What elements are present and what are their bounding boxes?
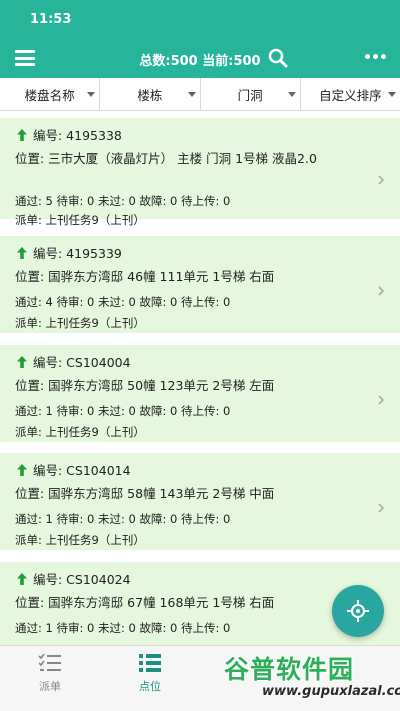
chevron-right-icon xyxy=(378,175,385,185)
card-location: 位置: 三市大厦（液晶灯片） 主楼 门洞 1号梯 液晶2.0 xyxy=(15,151,317,166)
card-location: 位置: 国骅东方湾邸 67幢 168单元 1号梯 右面 xyxy=(15,595,275,610)
chevron-down-icon xyxy=(87,92,96,97)
watermark-logo: 谷普软件园 xyxy=(224,655,355,684)
list-item[interactable]: 编号: 4195339 位置: 国骅东方湾邸 46幢 111单元 1号梯 右面 … xyxy=(0,236,400,333)
card-dispatch: 派单: 上刊任务9（上刊） xyxy=(15,316,145,330)
tab-label: 点位 xyxy=(139,680,161,693)
list-icon xyxy=(139,654,161,672)
filter-building[interactable]: 楼栋 xyxy=(100,78,201,110)
filter-label: 楼栋 xyxy=(137,87,163,103)
locate-crosshair-icon xyxy=(347,600,369,622)
status-bar: 11:53 xyxy=(0,0,400,38)
arrow-up-icon xyxy=(17,463,27,476)
chevron-right-icon xyxy=(378,503,385,513)
arrow-up-icon xyxy=(17,572,27,585)
card-stats: 通过: 5 待审: 0 未过: 0 故障: 0 待上传: 0 xyxy=(15,194,231,208)
tab-points[interactable]: 点位 xyxy=(100,646,200,711)
chevron-down-icon xyxy=(287,92,296,97)
card-dispatch: 派单: 上刊任务9（上刊） xyxy=(15,425,145,439)
list-item[interactable]: 编号: 4195338 位置: 三市大厦（液晶灯片） 主楼 门洞 1号梯 液晶2… xyxy=(0,118,400,227)
filter-label: 门洞 xyxy=(237,87,263,103)
filter-label: 楼盘名称 xyxy=(24,87,75,103)
status-time: 11:53 xyxy=(30,11,72,27)
card-location: 位置: 国骅东方湾邸 46幢 111单元 1号梯 右面 xyxy=(15,269,275,284)
card-location: 位置: 国骅东方湾邸 58幢 143单元 2号梯 中面 xyxy=(15,486,275,501)
filter-label: 自定义排序 xyxy=(319,87,382,103)
filter-bar: 楼盘名称 楼栋 门洞 自定义排序 xyxy=(0,78,400,111)
card-dispatch: 派单: 上刊任务9（上刊） xyxy=(15,213,145,227)
list-item[interactable]: 编号: CS104004 位置: 国骅东方湾邸 50幢 123单元 2号梯 左面… xyxy=(0,345,400,442)
arrow-up-icon xyxy=(17,246,27,259)
checklist-icon xyxy=(38,653,61,671)
list-item[interactable]: 编号: CS104014 位置: 国骅东方湾邸 58幢 143单元 2号梯 中面… xyxy=(0,453,400,550)
card-id-row: 编号: 4195339 xyxy=(15,243,122,262)
card-id-row: 编号: CS104004 xyxy=(15,352,131,371)
filter-building-name[interactable]: 楼盘名称 xyxy=(0,78,101,110)
filter-entrance[interactable]: 门洞 xyxy=(201,78,301,110)
filter-custom-sort[interactable]: 自定义排序 xyxy=(301,78,400,110)
tab-dispatch[interactable]: 派单 xyxy=(0,646,100,711)
card-location: 位置: 国骅东方湾邸 50幢 123单元 2号梯 左面 xyxy=(15,378,275,393)
watermark: 谷普软件园 www.gupuxlazal.com xyxy=(212,650,400,710)
card-stats: 通过: 1 待审: 0 未过: 0 故障: 0 待上传: 0 xyxy=(15,621,231,635)
search-icon[interactable] xyxy=(266,46,290,70)
card-id-row: 编号: CS104024 xyxy=(15,569,131,588)
card-id: 编号: CS104014 xyxy=(33,463,131,478)
point-list[interactable]: 编号: 4195338 位置: 三市大厦（液晶灯片） 主楼 门洞 1号梯 液晶2… xyxy=(0,111,400,645)
card-stats: 通过: 4 待审: 0 未过: 0 故障: 0 待上传: 0 xyxy=(15,295,231,309)
chevron-right-icon xyxy=(378,395,385,405)
tab-label: 派单 xyxy=(39,680,61,693)
locate-button[interactable] xyxy=(332,585,384,637)
card-id: 编号: 4195338 xyxy=(33,128,122,143)
page-title: 总数:500 当前:500 xyxy=(139,54,261,69)
card-id: 编号: CS104004 xyxy=(33,355,131,370)
card-stats: 通过: 1 待审: 0 未过: 0 故障: 0 待上传: 0 xyxy=(15,404,231,418)
card-id: 编号: CS104024 xyxy=(33,572,131,587)
card-stats: 通过: 1 待审: 0 未过: 0 故障: 0 待上传: 0 xyxy=(15,512,231,526)
chevron-down-icon xyxy=(388,92,396,97)
card-id: 编号: 4195339 xyxy=(33,246,122,261)
chevron-down-icon xyxy=(187,92,196,97)
arrow-up-icon xyxy=(17,128,27,141)
app-bar: 总数:500 当前:500 xyxy=(0,38,400,78)
watermark-url: www.gupuxlazal.com xyxy=(262,684,400,699)
more-dots-icon[interactable] xyxy=(365,54,386,59)
card-id-row: 编号: CS104014 xyxy=(15,460,131,479)
card-id-row: 编号: 4195338 xyxy=(15,125,122,144)
chevron-right-icon xyxy=(378,286,385,296)
arrow-up-icon xyxy=(17,355,27,368)
card-dispatch: 派单: 上刊任务9（上刊） xyxy=(15,533,145,547)
